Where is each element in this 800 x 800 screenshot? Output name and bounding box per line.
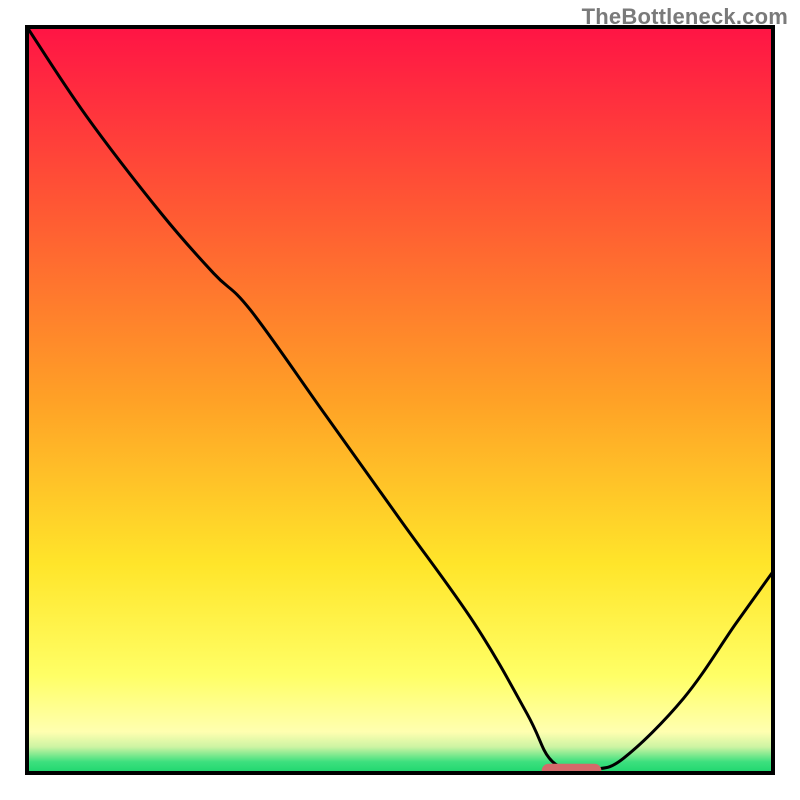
plot-area [27,27,773,778]
gradient-background [27,27,773,773]
optimal-marker [542,764,602,778]
bottleneck-chart [0,0,800,800]
watermark-text: TheBottleneck.com [582,4,788,30]
chart-stage: TheBottleneck.com [0,0,800,800]
